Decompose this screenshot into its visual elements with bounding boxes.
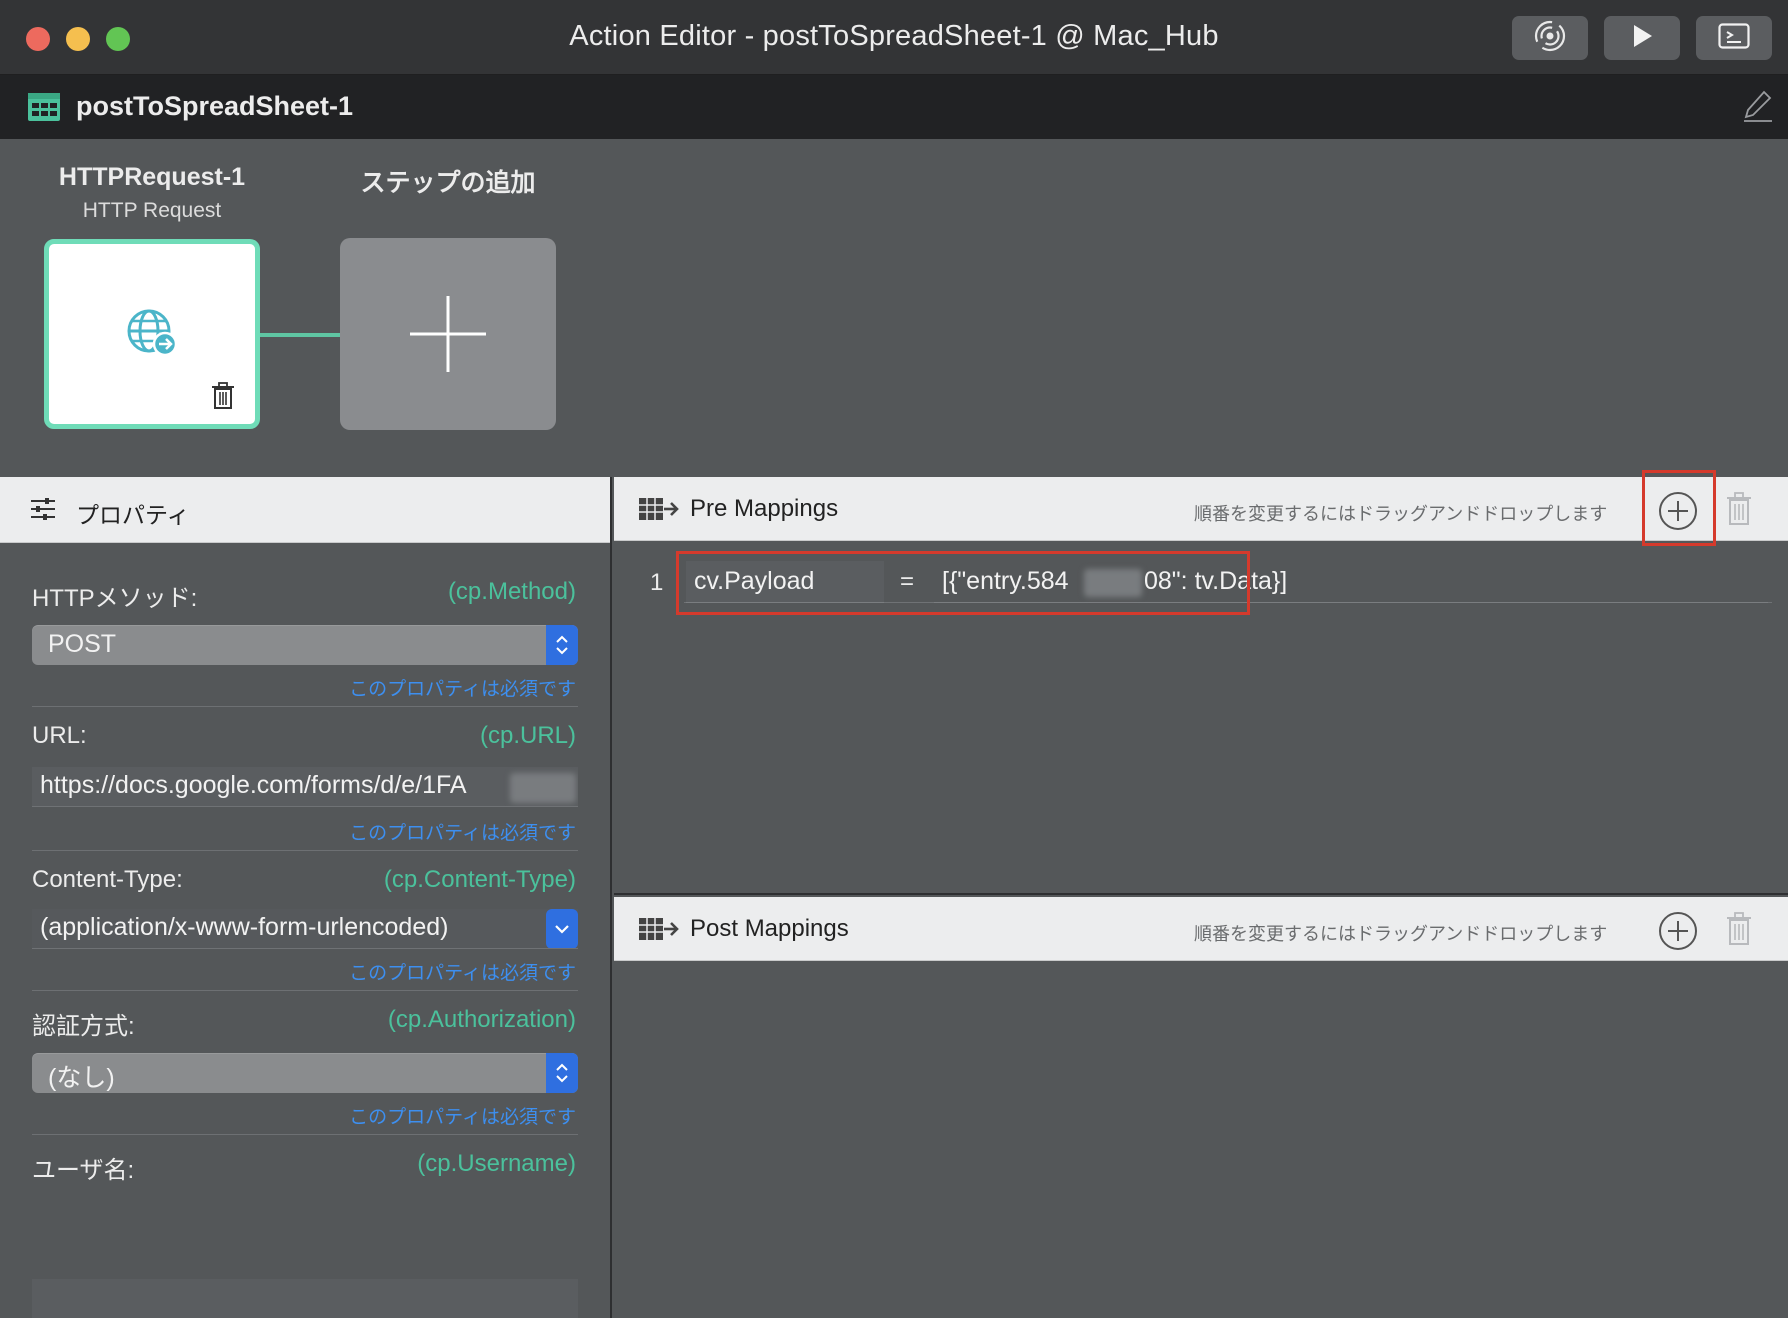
action-editor-window: Action Editor - postToSpreadSheet-1 @ Ma… bbox=[0, 0, 1788, 1318]
properties-header: プロパティ bbox=[0, 477, 610, 543]
chevron-down-icon[interactable] bbox=[546, 909, 578, 948]
step-name: HTTPRequest-1 bbox=[58, 163, 246, 191]
required-note: このプロパティは必須です bbox=[349, 963, 576, 984]
trash-icon[interactable] bbox=[1726, 492, 1752, 531]
trash-icon[interactable] bbox=[211, 382, 235, 415]
required-note: このプロパティは必須です bbox=[349, 1107, 576, 1128]
mapping-arrow-icon bbox=[638, 495, 680, 528]
url-value: https://docs.google.com/forms/d/e/1FA bbox=[40, 771, 467, 799]
step-connector bbox=[260, 333, 340, 337]
broadcast-icon bbox=[1533, 19, 1567, 58]
properties-title: プロパティ bbox=[76, 502, 190, 528]
sliders-icon bbox=[30, 497, 56, 526]
url-var: (cp.URL) bbox=[479, 722, 576, 749]
pre-mappings-header: Pre Mappings 順番を変更するにはドラッグアンドドロップします bbox=[614, 477, 1788, 541]
divider bbox=[32, 850, 578, 851]
title-bar: Action Editor - postToSpreadSheet-1 @ Ma… bbox=[0, 0, 1788, 75]
username-label: ユーザ名: bbox=[32, 1157, 135, 1184]
step-canvas: HTTPRequest-1 HTTP Request ステップの追加 bbox=[0, 139, 1788, 477]
content-type-combobox[interactable]: (application/x-www-form-urlencoded) bbox=[32, 909, 578, 949]
required-note: このプロパティは必須です bbox=[349, 823, 576, 844]
content-type-value: (application/x-www-form-urlencoded) bbox=[40, 913, 449, 941]
divider bbox=[32, 990, 578, 991]
pre-mappings-panel: Pre Mappings 順番を変更するにはドラッグアンドドロップします 1 c… bbox=[614, 470, 1788, 895]
http-method-select[interactable]: POST bbox=[32, 625, 578, 665]
play-icon bbox=[1629, 23, 1655, 54]
updown-chevron-icon bbox=[546, 1053, 578, 1093]
console-button[interactable] bbox=[1696, 16, 1772, 60]
http-method-label: HTTPメソッド: bbox=[32, 585, 198, 612]
properties-panel: プロパティ HTTPメソッド: (cp.Method) POST このプロパティ… bbox=[0, 477, 612, 1318]
mapping-arrow-icon bbox=[638, 915, 680, 948]
pre-mappings-hint: 順番を変更するにはドラッグアンドドロップします bbox=[1194, 504, 1608, 524]
mapping-row-index: 1 bbox=[650, 569, 664, 596]
plus-icon bbox=[408, 294, 488, 379]
authorization-label: 認証方式: bbox=[32, 1013, 135, 1040]
divider bbox=[32, 706, 578, 707]
content-type-label: Content-Type: bbox=[32, 866, 183, 893]
post-mappings-hint: 順番を変更するにはドラッグアンドドロップします bbox=[1194, 924, 1608, 944]
redacted-blur bbox=[510, 773, 576, 803]
post-mappings-title: Post Mappings bbox=[690, 915, 849, 942]
url-label: URL: bbox=[32, 722, 87, 749]
username-var: (cp.Username) bbox=[417, 1150, 576, 1177]
step-card-httprequest[interactable] bbox=[44, 239, 260, 429]
action-name: postToSpreadSheet-1 bbox=[76, 91, 354, 121]
add-step-button[interactable] bbox=[340, 238, 556, 430]
updown-chevron-icon bbox=[546, 625, 578, 665]
step-type: HTTP Request bbox=[82, 199, 222, 222]
add-step-label: ステップの追加 bbox=[360, 169, 536, 197]
mapping-row-highlight bbox=[676, 551, 1250, 615]
action-table-icon bbox=[27, 89, 61, 128]
terminal-icon bbox=[1718, 22, 1750, 54]
http-method-var: (cp.Method) bbox=[447, 578, 576, 605]
url-input[interactable]: https://docs.google.com/forms/d/e/1FA bbox=[32, 767, 578, 807]
content-type-var: (cp.Content-Type) bbox=[383, 866, 576, 893]
required-note: このプロパティは必須です bbox=[349, 679, 576, 700]
authorization-var: (cp.Authorization) bbox=[387, 1006, 576, 1033]
pencil-icon[interactable] bbox=[1742, 89, 1774, 128]
authorization-select[interactable]: (なし) bbox=[32, 1053, 578, 1093]
authorization-value: (なし) bbox=[48, 1064, 115, 1092]
action-header: postToSpreadSheet-1 bbox=[0, 75, 1788, 139]
broadcast-button[interactable] bbox=[1512, 16, 1588, 60]
post-mappings-panel: Post Mappings 順番を変更するにはドラッグアンドドロップします bbox=[614, 897, 1788, 1318]
trash-icon[interactable] bbox=[1726, 912, 1752, 951]
add-mapping-icon[interactable] bbox=[1658, 911, 1698, 956]
globe-arrow-icon bbox=[127, 308, 179, 363]
divider bbox=[32, 1134, 578, 1135]
post-mappings-header: Post Mappings 順番を変更するにはドラッグアンドドロップします bbox=[614, 897, 1788, 961]
add-button-highlight bbox=[1642, 470, 1716, 546]
run-button[interactable] bbox=[1604, 16, 1680, 60]
http-method-value: POST bbox=[48, 630, 117, 658]
pre-mappings-title: Pre Mappings bbox=[690, 495, 839, 522]
username-input[interactable] bbox=[32, 1279, 578, 1318]
